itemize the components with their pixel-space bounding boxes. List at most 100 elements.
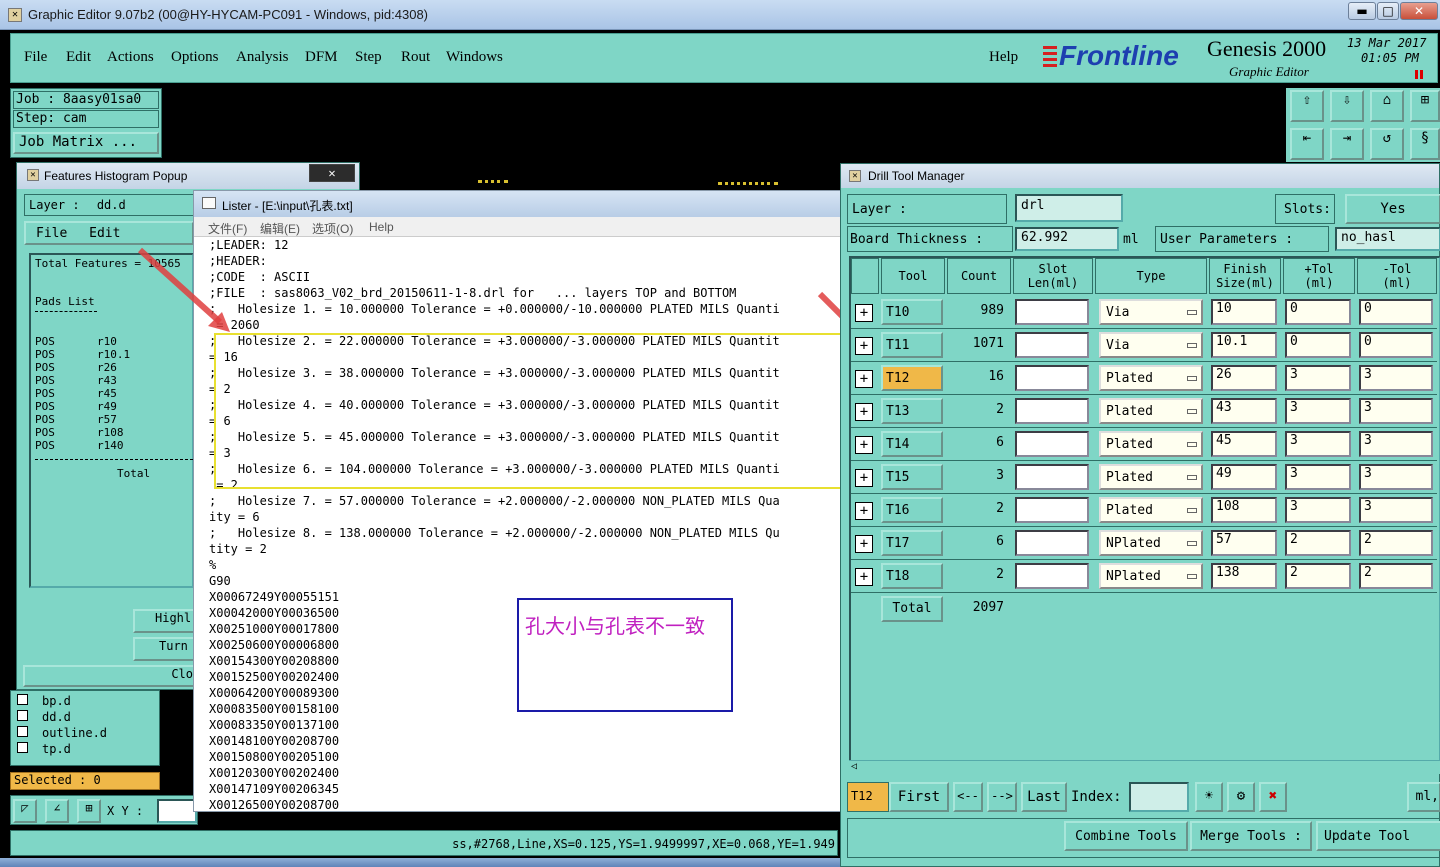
turn-button[interactable]: Turn [133, 637, 197, 661]
expand-icon[interactable]: + [855, 535, 873, 553]
type-select[interactable]: Plated [1099, 365, 1203, 391]
tool-name[interactable]: T16 [881, 497, 943, 523]
minus-tol-input[interactable]: 0 [1359, 299, 1433, 325]
minus-tol-input[interactable]: 0 [1359, 332, 1433, 358]
drill-layer-input[interactable]: drl [1015, 194, 1123, 222]
minus-tol-input[interactable]: 3 [1359, 497, 1433, 523]
plus-tol-input[interactable]: 3 [1285, 398, 1351, 424]
nav-next-button[interactable]: --> [987, 782, 1017, 812]
lister-text[interactable]: ;LEADER: 12 ;HEADER: ;CODE : ASCII ;FILE… [209, 237, 780, 813]
slot-length-input[interactable] [1015, 365, 1089, 391]
layer-checkbox[interactable] [17, 694, 28, 705]
dropdown-icon[interactable] [1187, 376, 1197, 381]
maximize-button[interactable]: □ [1377, 2, 1399, 20]
plus-tol-input[interactable]: 3 [1285, 365, 1351, 391]
type-select[interactable]: Plated [1099, 398, 1203, 424]
slot-length-input[interactable] [1015, 431, 1089, 457]
highlight-button[interactable]: Highl [133, 609, 197, 633]
plus-tol-input[interactable]: 0 [1285, 332, 1351, 358]
type-select[interactable]: Via [1099, 299, 1203, 325]
minimize-button[interactable]: ▬ [1348, 2, 1376, 20]
close-button[interactable]: ✕ [1400, 2, 1438, 20]
menu-file[interactable]: File [24, 49, 47, 66]
finish-size-input[interactable]: 49 [1211, 464, 1277, 490]
finish-size-input[interactable]: 108 [1211, 497, 1277, 523]
xy-input[interactable] [157, 799, 197, 823]
layer-row[interactable]: dd.d [17, 709, 107, 725]
nav-first-button[interactable]: First [889, 782, 949, 812]
minus-tol-input[interactable]: 2 [1359, 563, 1433, 589]
open-icon[interactable]: ⇤ [1290, 128, 1324, 160]
slot-length-input[interactable] [1015, 497, 1089, 523]
expand-icon[interactable]: + [855, 436, 873, 454]
plus-tol-input[interactable]: 2 [1285, 530, 1351, 556]
layer-row[interactable]: bp.d [17, 693, 107, 709]
dropdown-icon[interactable] [1187, 409, 1197, 414]
type-select[interactable]: Plated [1099, 464, 1203, 490]
layer-checkbox[interactable] [17, 726, 28, 737]
slot-length-input[interactable] [1015, 332, 1089, 358]
histogram-close-btn[interactable]: Clo [23, 665, 197, 687]
expand-icon[interactable]: + [855, 469, 873, 487]
minus-tol-input[interactable]: 3 [1359, 365, 1433, 391]
tool-name[interactable]: T18 [881, 563, 943, 589]
menu-analysis[interactable]: Analysis [236, 49, 289, 66]
tool-name[interactable]: T14 [881, 431, 943, 457]
plus-tol-input[interactable]: 0 [1285, 299, 1351, 325]
lister-menu-edit[interactable]: 编辑(E) [260, 220, 300, 237]
dropdown-icon[interactable] [1187, 541, 1197, 546]
expand-icon[interactable]: + [855, 403, 873, 421]
menu-help[interactable]: Help [989, 49, 1018, 66]
tool-name[interactable]: T11 [881, 332, 943, 358]
finish-size-input[interactable]: 43 [1211, 398, 1277, 424]
pause-icon[interactable] [1415, 70, 1423, 79]
merge-tools-button[interactable]: Merge Tools : [1190, 821, 1312, 851]
combine-tools-button[interactable]: Combine Tools [1064, 821, 1188, 851]
slot-length-input[interactable] [1015, 563, 1089, 589]
minus-tol-input[interactable]: 3 [1359, 398, 1433, 424]
menu-options[interactable]: Options [171, 49, 219, 66]
type-select[interactable]: Plated [1099, 431, 1203, 457]
finish-size-input[interactable]: 10.1 [1211, 332, 1277, 358]
tool-name[interactable]: T13 [881, 398, 943, 424]
finish-size-input[interactable]: 10 [1211, 299, 1277, 325]
tool-name[interactable]: T15 [881, 464, 943, 490]
layer-row[interactable]: tp.d [17, 741, 107, 757]
dropdown-icon[interactable] [1187, 508, 1197, 513]
plus-tol-input[interactable]: 3 [1285, 431, 1351, 457]
menu-dfm[interactable]: DFM [305, 49, 338, 66]
histogram-menu-edit[interactable]: Edit [89, 226, 120, 241]
snap-icon[interactable]: ◸ [13, 799, 37, 823]
expand-icon[interactable]: + [855, 337, 873, 355]
plus-tol-input[interactable]: 3 [1285, 497, 1351, 523]
import-icon[interactable]: ⇩ [1330, 90, 1364, 122]
menu-rout[interactable]: Rout [401, 49, 430, 66]
index-input[interactable] [1129, 782, 1189, 812]
layer-row[interactable]: outline.d [17, 725, 107, 741]
expand-icon[interactable]: + [855, 304, 873, 322]
type-select[interactable]: NPlated [1099, 563, 1203, 589]
type-select[interactable]: Plated [1099, 497, 1203, 523]
board-thickness-input[interactable]: 62.992 [1015, 227, 1119, 251]
dropdown-icon[interactable] [1187, 343, 1197, 348]
slot-length-input[interactable] [1015, 398, 1089, 424]
horizontal-scrollbar[interactable]: ◁ [849, 760, 1440, 774]
expand-icon[interactable]: + [855, 370, 873, 388]
unit-button[interactable]: ml, [1407, 782, 1440, 812]
update-tool-button[interactable]: Update Tool [1316, 821, 1440, 851]
dropdown-icon[interactable] [1187, 442, 1197, 447]
slot-length-input[interactable] [1015, 464, 1089, 490]
type-select[interactable]: NPlated [1099, 530, 1203, 556]
minus-tol-input[interactable]: 3 [1359, 464, 1433, 490]
finish-size-input[interactable]: 45 [1211, 431, 1277, 457]
settings-icon[interactable]: ⚙ [1227, 782, 1255, 812]
dropdown-icon[interactable] [1187, 475, 1197, 480]
histogram-menu-file[interactable]: File [36, 226, 67, 241]
script-icon[interactable]: § [1410, 128, 1440, 160]
dropdown-icon[interactable] [1187, 310, 1197, 315]
nav-prev-button[interactable]: <-- [953, 782, 983, 812]
tool-name[interactable]: T17 [881, 530, 943, 556]
lister-menu-help[interactable]: Help [369, 220, 394, 234]
expand-icon[interactable]: + [855, 568, 873, 586]
layer-checkbox[interactable] [17, 742, 28, 753]
